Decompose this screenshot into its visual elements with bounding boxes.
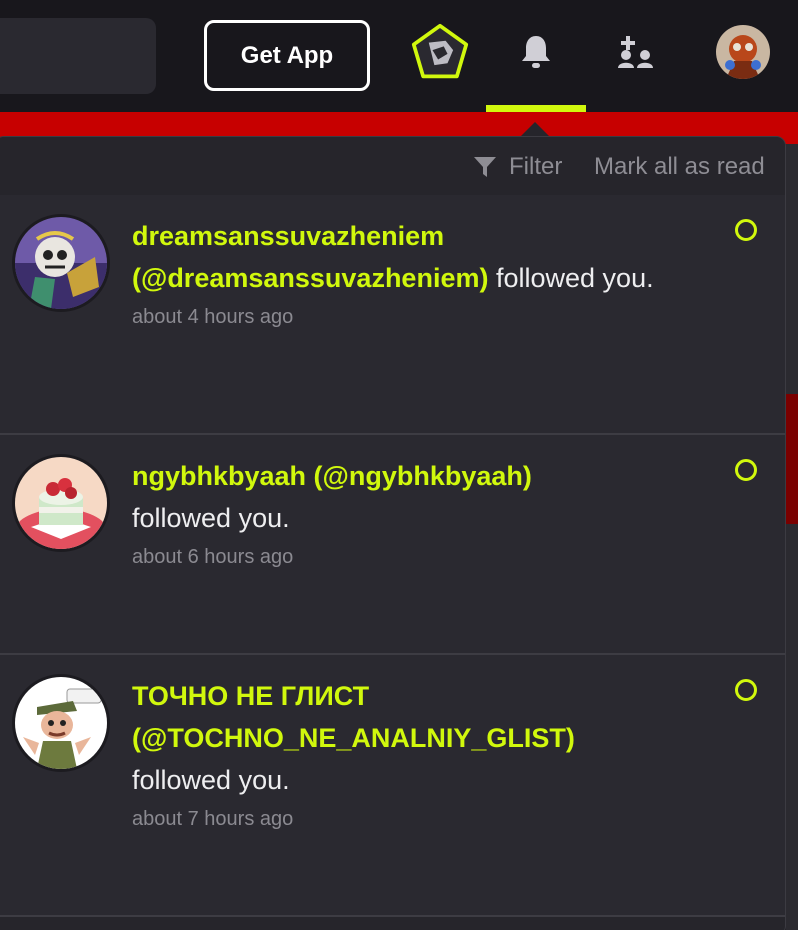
friends-nav-button[interactable] [606,20,666,84]
notification-item[interactable]: ТОЧНО НЕ ГЛИСТ (@TOCHNO_NE_ANALNIY_GLIST… [0,655,785,917]
notifications-dropdown: Filter Mark all as read dreamsanssuvazhe… [0,136,786,930]
blocks-nav-button[interactable] [410,20,470,84]
filter-button[interactable]: Filter [473,151,562,183]
page: Get App Filter Mark all as read dreamsan… [0,0,798,930]
avatar[interactable] [15,677,107,769]
notification-text: ngybhkbyaah (@ngybhkbyaah) followed you.… [132,455,672,575]
notification-action: followed you. [132,503,290,533]
unread-indicator[interactable] [735,459,757,481]
notification-item[interactable]: dreamsanssuvazheniem (@dreamsanssuvazhen… [0,195,785,435]
notification-text: dreamsanssuvazheniem (@dreamsanssuvazhen… [132,215,672,335]
top-nav-bar: Get App [0,0,798,112]
unread-indicator[interactable] [735,679,757,701]
mark-all-read-button[interactable]: Mark all as read [594,151,765,183]
notification-user[interactable]: dreamsanssuvazheniem (@dreamsanssuvazhen… [132,221,488,293]
friends-icon [618,36,653,68]
filter-label: Filter [509,153,563,180]
notifications-header: Filter Mark all as read [0,137,785,195]
avatar[interactable] [15,457,107,549]
search-box[interactable] [0,18,156,94]
get-app-button[interactable]: Get App [204,20,370,91]
avatar[interactable] [15,217,107,309]
bell-icon [522,36,550,68]
user-avatar[interactable] [716,25,770,79]
unread-indicator[interactable] [735,219,757,241]
filter-icon [474,157,496,177]
page-background-strip [786,144,798,930]
notification-time: about 4 hours ago [132,306,294,328]
notification-time: about 7 hours ago [132,808,294,830]
notification-time: about 6 hours ago [132,546,294,568]
notification-action: followed you. [495,263,654,293]
notification-item[interactable]: ngybhkbyaah (@ngybhkbyaah) followed you.… [0,435,785,655]
notification-user[interactable]: ngybhkbyaah (@ngybhkbyaah) [132,461,532,491]
notifications-nav-button[interactable] [506,20,566,84]
dropdown-caret [520,122,550,137]
blocks-icon [411,23,469,79]
notification-list: dreamsanssuvazheniem (@dreamsanssuvazhen… [0,195,785,917]
notification-text: ТОЧНО НЕ ГЛИСТ (@TOCHNO_NE_ANALNIY_GLIST… [132,675,672,837]
active-tab-indicator [486,105,586,112]
notification-action: followed you. [132,765,290,795]
notification-user[interactable]: ТОЧНО НЕ ГЛИСТ (@TOCHNO_NE_ANALNIY_GLIST… [132,681,575,753]
